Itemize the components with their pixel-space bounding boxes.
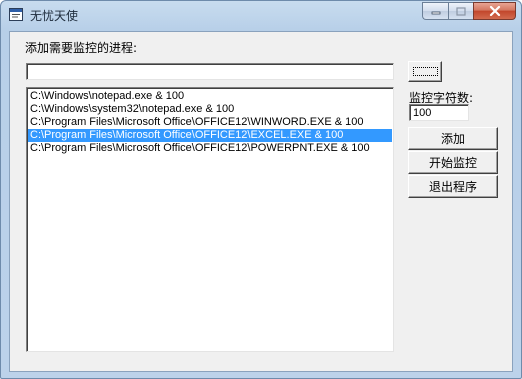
focus-rectangle (412, 67, 438, 76)
process-label: 添加需要监控的进程: (25, 41, 138, 55)
minimize-icon (431, 11, 440, 15)
list-item[interactable]: C:\Windows\system32\notepad.exe & 100 (28, 103, 392, 116)
title-bar[interactable]: 无忧天使 (1, 1, 521, 29)
process-path-input[interactable] (26, 63, 394, 80)
maximize-button[interactable] (448, 2, 473, 20)
close-icon (489, 6, 500, 16)
list-item[interactable]: C:\Program Files\Microsoft Office\OFFICE… (28, 116, 392, 129)
process-list-items: C:\Windows\notepad.exe & 100 C:\Windows\s… (28, 90, 392, 155)
maximize-icon (456, 6, 466, 16)
list-item[interactable]: C:\Program Files\Microsoft Office\OFFICE… (28, 142, 392, 155)
add-button[interactable]: 添加 (408, 127, 498, 150)
window-title: 无忧天使 (30, 9, 79, 23)
exit-button[interactable]: 退出程序 (408, 175, 498, 198)
browse-button[interactable] (408, 61, 442, 82)
app-window-icon (9, 8, 23, 21)
close-button[interactable] (473, 2, 516, 20)
process-listbox[interactable]: C:\Windows\notepad.exe & 100 C:\Windows\s… (26, 87, 394, 352)
caption-buttons (422, 2, 516, 21)
list-item[interactable]: C:\Program Files\Microsoft Office\OFFICE… (28, 129, 392, 142)
dialog-client-area: 添加需要监控的进程: C:\Windows\notepad.exe & 100 C… (9, 31, 513, 372)
char-count-input[interactable] (409, 104, 469, 121)
list-item[interactable]: C:\Windows\notepad.exe & 100 (28, 90, 392, 103)
app-window: 无忧天使 添加需要监控的进程: C:\Windows\notepad.exe &… (0, 0, 522, 379)
start-monitor-button[interactable]: 开始监控 (408, 151, 498, 174)
minimize-button[interactable] (422, 2, 448, 20)
